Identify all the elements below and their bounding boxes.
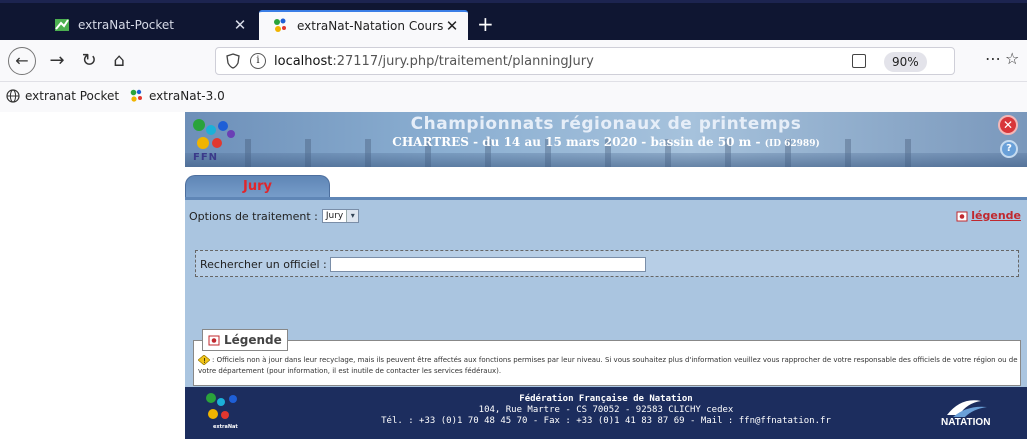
svg-text:!: ! (203, 357, 206, 365)
home-icon[interactable]: ⌂ (106, 49, 132, 73)
legend-box: Légende ! : Officiels non à jour dans le… (193, 329, 1021, 386)
legend-icon (208, 334, 220, 346)
address-bar[interactable]: i localhost:27117/jury.php/traitement/pl… (215, 47, 955, 75)
page-content: FFN Championnats régionaux de printemps … (0, 112, 1027, 439)
warning-icon: ! (197, 354, 211, 366)
ffn-logo-text: FFN (193, 152, 219, 163)
legend-icon (956, 210, 968, 222)
tab-bar: extraNat-Pocket ✕ extraNat-Natation Cour… (0, 0, 1027, 40)
tab-extranat-pocket[interactable]: extraNat-Pocket ✕ (40, 10, 256, 40)
back-arrow-icon[interactable]: ← (8, 47, 36, 75)
competition-subtitle: CHARTRES - du 14 au 15 mars 2020 - bassi… (392, 135, 820, 149)
globe-icon (6, 89, 20, 103)
footer-address: 104, Rue Martre - CS 70052 - 92583 CLICH… (478, 405, 734, 415)
url-text[interactable]: localhost:27117/jury.php/traitement/plan… (274, 54, 594, 69)
extranat-logo-icon (273, 18, 289, 34)
footer-contact: Tél. : +33 (0)1 70 48 45 70 - Fax : +33 … (381, 416, 831, 426)
forward-arrow-icon[interactable]: → (44, 49, 70, 73)
reader-view-icon[interactable] (852, 54, 866, 68)
search-label: Rechercher un officiel : (200, 258, 327, 271)
tab-title: extraNat-Pocket (78, 18, 174, 32)
more-actions-icon[interactable]: ⋯ (985, 49, 1001, 68)
competition-title: Championnats régionaux de printemps (410, 114, 802, 134)
new-tab-icon[interactable]: + (477, 12, 494, 36)
legend-text: ! : Officiels non à jour dans leur recyc… (197, 354, 1018, 375)
tab-strip: Jury (185, 172, 1027, 200)
reload-icon[interactable]: ↻ (76, 49, 102, 73)
competition-banner: FFN Championnats régionaux de printemps … (185, 112, 1027, 167)
shield-icon[interactable] (226, 53, 240, 69)
browser-chrome: extraNat-Pocket ✕ extraNat-Natation Cour… (0, 0, 1027, 112)
chevron-down-icon[interactable]: ▾ (346, 210, 359, 222)
extranat-favicon-icon (54, 17, 70, 33)
search-official-input[interactable] (329, 257, 646, 272)
competition-id: (ID 62989) (764, 139, 820, 149)
legend-title: Légende (202, 329, 288, 351)
options-row: Options de traitement : Jury ▾ (189, 209, 360, 223)
options-label: Options de traitement : (189, 209, 318, 223)
search-section: Rechercher un officiel : (195, 250, 1019, 277)
bookmark-extranat-pocket[interactable]: extranat Pocket (6, 89, 119, 103)
bookmarks-bar: extranat Pocket extraNat-3.0 (0, 82, 1027, 112)
info-icon[interactable]: i (250, 53, 266, 69)
options-select[interactable]: Jury ▾ (321, 209, 360, 223)
footer-organization: Fédération Française de Natation (519, 394, 693, 404)
zoom-level-badge[interactable]: 90% (884, 52, 927, 72)
close-icon[interactable]: ✕ (998, 115, 1018, 135)
jury-panel: Options de traitement : Jury ▾ légende R… (185, 197, 1027, 387)
extranat-logo-icon (130, 89, 144, 103)
help-icon[interactable]: ? (1000, 140, 1018, 158)
tab-title: extraNat-Natation Course (297, 19, 444, 33)
bookmark-extranat-3[interactable]: extraNat-3.0 (130, 89, 225, 103)
tab-extranat-natation-course[interactable]: extraNat-Natation Course ✕ (259, 10, 468, 40)
natation-logo: NATATION (937, 395, 1011, 435)
close-tab-icon[interactable]: ✕ (232, 16, 248, 34)
legend-link[interactable]: légende (956, 209, 1021, 222)
bookmark-star-icon[interactable]: ☆ (1005, 49, 1019, 68)
footer: extraNat Fédération Française de Natatio… (185, 387, 1027, 439)
navigation-bar: ← → ↻ ⌂ i localhost:27117/jury.php/trait… (0, 40, 1027, 82)
close-tab-icon[interactable]: ✕ (444, 17, 460, 35)
